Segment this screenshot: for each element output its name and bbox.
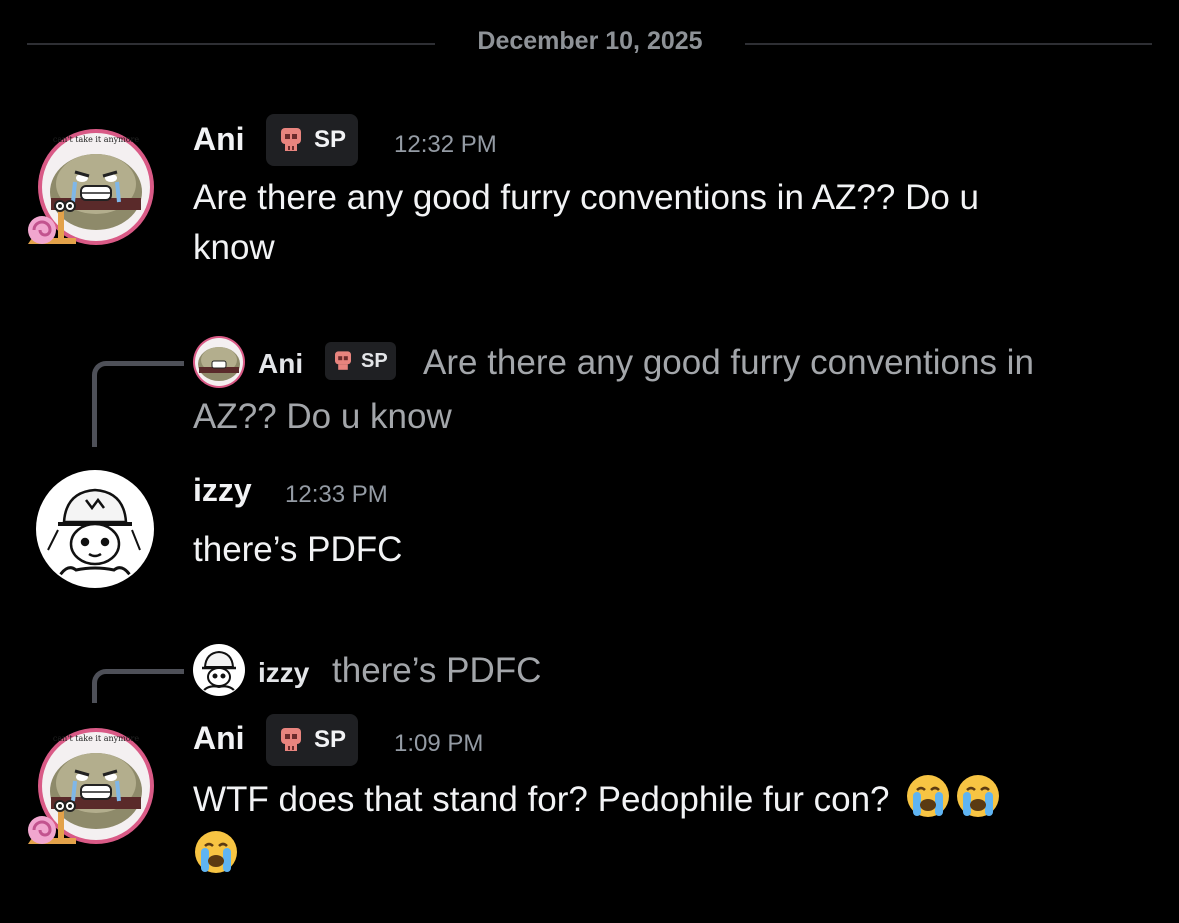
reply-avatar-ani[interactable] (193, 336, 245, 388)
reply-avatar-izzy[interactable] (193, 644, 245, 696)
skull-icon (281, 728, 301, 751)
message-timestamp: 1:09 PM (394, 730, 484, 757)
loudly-crying-face-emoji[interactable] (905, 773, 951, 819)
divider-line-right (745, 43, 1152, 45)
snail-decoration-icon (24, 200, 80, 248)
reply-connector (92, 669, 184, 703)
message-content: there’s PDFC (193, 530, 403, 569)
avatar-izzy[interactable] (36, 470, 154, 588)
server-tag[interactable]: SP (266, 114, 359, 166)
date-divider: December 10, 2025 (477, 27, 703, 55)
skull-icon (281, 128, 301, 151)
snail-decoration-icon (24, 800, 80, 848)
message-text: WTF does that stand for? Pedophile fur c… (193, 780, 890, 819)
message-content: WTF does that stand for? Pedophile fur c… (193, 773, 1153, 881)
loudly-crying-face-emoji[interactable] (193, 829, 239, 875)
avatar-caption: can't take it anymore (53, 734, 139, 743)
message-author[interactable]: Ani (193, 720, 245, 757)
message-line: Are there any good furry conventions in … (193, 178, 980, 217)
server-tag[interactable]: SP (266, 714, 359, 766)
divider-line-left (27, 43, 435, 45)
reply-connector (92, 361, 184, 447)
message-timestamp: 12:33 PM (285, 481, 388, 508)
message-line: WTF does that stand for? Pedophile fur c… (193, 773, 1153, 825)
chat-view: December 10, 2025 can't take it anymore … (0, 0, 1179, 923)
reply-author[interactable]: Ani (258, 348, 303, 380)
reply-server-tag-label: SP (361, 349, 388, 372)
reply-author[interactable]: izzy (258, 657, 309, 689)
message-line: know (193, 228, 275, 267)
reply-preview-text[interactable]: AZ?? Do u know (193, 390, 452, 444)
message-timestamp: 12:32 PM (394, 131, 497, 158)
reply-preview-text[interactable]: Are there any good furry conventions in (423, 336, 1034, 390)
message-line (193, 829, 1153, 881)
loudly-crying-face-emoji[interactable] (955, 773, 1001, 819)
message-author[interactable]: Ani (193, 121, 245, 158)
skull-icon (335, 351, 351, 370)
reply-server-tag[interactable]: SP (325, 342, 396, 380)
reply-preview-text[interactable]: there’s PDFC (332, 644, 541, 698)
avatar-caption: can't take it anymore (53, 135, 139, 144)
server-tag-label: SP (314, 726, 347, 753)
message-content: Are there any good furry conventions in … (193, 173, 1153, 273)
server-tag-label: SP (314, 126, 347, 153)
message-author[interactable]: izzy (193, 472, 252, 509)
